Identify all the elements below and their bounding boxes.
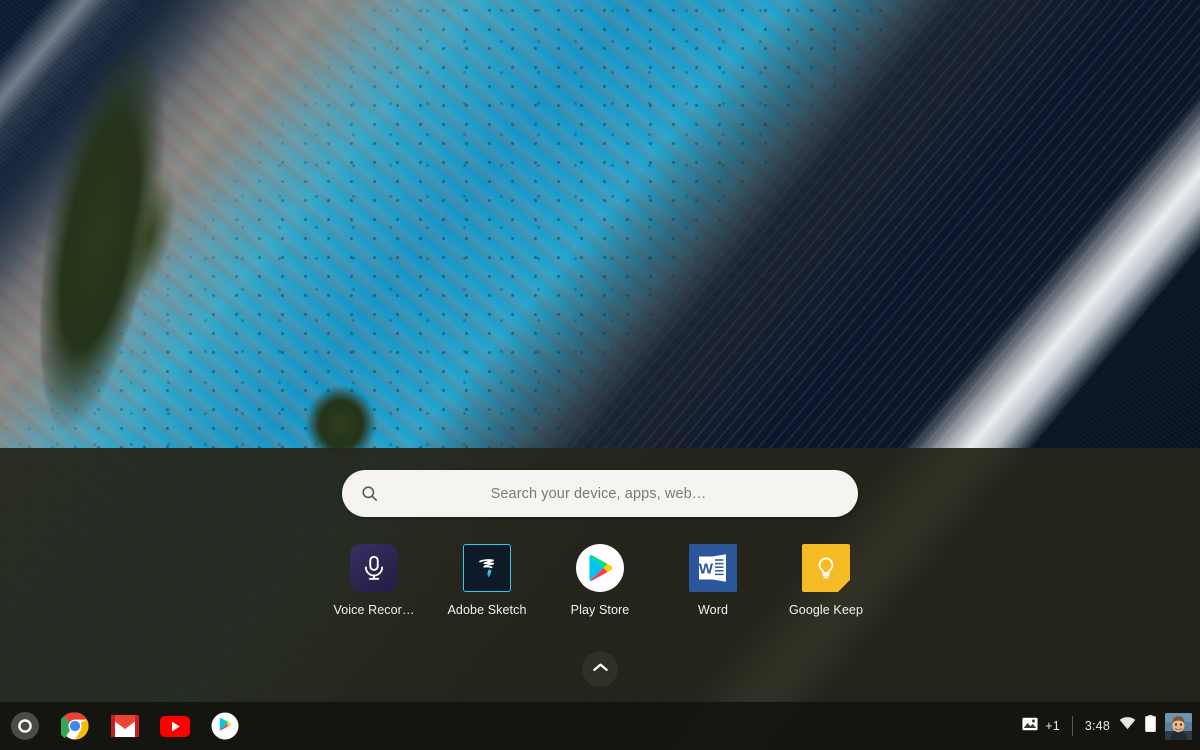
app-label: Google Keep [788, 603, 864, 617]
expand-app-list-button[interactable] [582, 651, 618, 687]
image-capture-icon [1022, 717, 1038, 736]
user-avatar[interactable] [1165, 712, 1192, 740]
shelf-item-youtube[interactable] [160, 711, 190, 741]
adobe-sketch-icon [463, 544, 511, 592]
shelf-item-play-store[interactable] [210, 711, 240, 741]
app-label: Adobe Sketch [447, 603, 527, 617]
status-tray[interactable]: +1 3:48 [1022, 712, 1194, 740]
shelf-item-chrome[interactable] [60, 711, 90, 741]
wifi-icon [1119, 717, 1136, 735]
app-label: Play Store [570, 603, 630, 617]
app-grid: Voice Recor… Adobe Sketch Play Store W W… [0, 544, 1200, 617]
app-item-google-keep[interactable]: Google Keep [788, 544, 864, 617]
search-box[interactable] [342, 470, 858, 517]
capture-notification-group[interactable]: +1 [1022, 717, 1060, 736]
play-store-icon [576, 544, 624, 592]
app-item-word[interactable]: W Word [675, 544, 751, 617]
notification-count: +1 [1045, 719, 1060, 733]
chromeos-desktop: Voice Recor… Adobe Sketch [0, 0, 1200, 750]
launcher-button[interactable] [10, 711, 40, 741]
search-row [0, 470, 1200, 517]
app-item-play-store[interactable]: Play Store [562, 544, 638, 617]
app-item-adobe-sketch[interactable]: Adobe Sketch [447, 544, 527, 617]
app-item-voice-recorder[interactable]: Voice Recor… [333, 544, 415, 617]
app-label: Voice Recor… [333, 603, 415, 617]
shelf-app-list [4, 711, 240, 741]
word-icon: W [689, 544, 737, 592]
search-input[interactable] [379, 485, 818, 502]
tray-divider [1071, 716, 1073, 736]
shelf-item-gmail[interactable] [110, 711, 140, 741]
app-label: Word [697, 603, 729, 617]
svg-text:W: W [699, 561, 714, 578]
battery-full-icon [1145, 715, 1156, 737]
search-icon [360, 484, 379, 503]
google-keep-icon [802, 544, 850, 592]
clock: 3:48 [1084, 719, 1110, 733]
voice-recorder-icon [350, 544, 398, 592]
shelf: +1 3:48 [0, 702, 1200, 750]
chevron-up-icon [592, 660, 609, 678]
